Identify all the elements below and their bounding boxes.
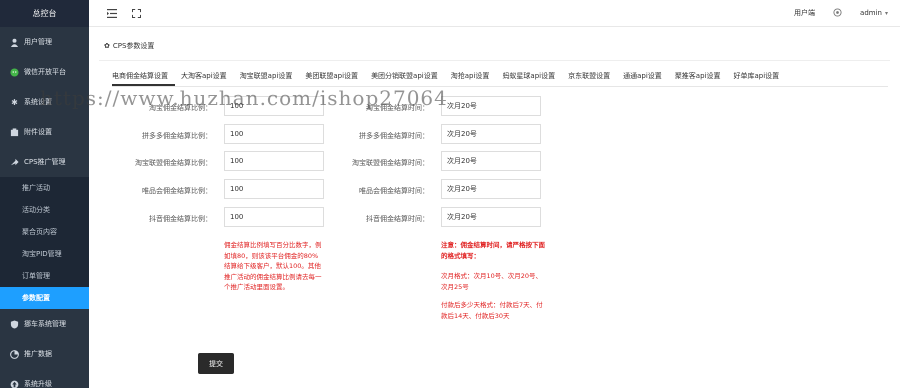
panel-title-text: CPS参数设置 xyxy=(112,42,155,50)
panel-divider xyxy=(99,60,890,61)
sidebar-subitem-activity-category[interactable]: 活动分类 xyxy=(0,199,89,221)
tab-mayi-planet-api[interactable]: 蚂蚁星球api设置 xyxy=(502,70,562,86)
tab-meituan-distribution-api[interactable]: 美团分销联盟api设置 xyxy=(371,70,445,86)
sidebar-item-label: 用户管理 xyxy=(24,38,52,46)
chevron-down-icon: ▾ xyxy=(884,9,888,17)
tab-meituan-union-api[interactable]: 美团联盟api设置 xyxy=(305,70,365,86)
sidebar-item-wechat-platform[interactable]: 微信开放平台 xyxy=(0,57,89,87)
taobao-union-rate-label: 淘宝联盟佣金结算比例： xyxy=(135,159,212,167)
commission-rate-note: 佣金结算比例填写百分比数字，例如填80，则该该平台佣金的80%结算给下级客户，默… xyxy=(224,241,322,291)
panel-title: ✿ CPS参数设置 xyxy=(104,41,154,51)
sidebar-item-label: CPS推广管理 xyxy=(24,158,66,166)
tab-tongtong-api[interactable]: 通通api设置 xyxy=(623,70,669,86)
tab-commission-settings[interactable]: 电商佣金结算设置 xyxy=(112,70,175,86)
sidebar-item-label: 推广数据 xyxy=(24,350,52,358)
main-content: ✿ CPS参数设置 电商佣金结算设置 大淘客api设置 淘宝联盟api设置 美团… xyxy=(89,27,900,388)
taobao-time-label: 淘宝佣金结算时间： xyxy=(366,104,429,112)
theme-icon[interactable] xyxy=(833,7,842,19)
gear-icon: ✿ xyxy=(104,42,110,50)
user-icon xyxy=(10,38,19,47)
pdd-time-input[interactable]: 次月20号 xyxy=(441,124,541,144)
brand-title[interactable]: 总控台 xyxy=(0,0,89,27)
upgrade-icon xyxy=(10,380,19,388)
wechat-icon xyxy=(10,67,19,77)
settlement-time-note-format1: 次月格式：次月10号、次月20号、次月25号 xyxy=(441,272,543,291)
tab-jd-union[interactable]: 京东联盟设置 xyxy=(568,70,617,86)
sidebar-item-label: 微信开放平台 xyxy=(24,68,66,76)
sidebar-item-label: 系统设置 xyxy=(24,98,52,106)
douyin-rate-label: 抖音佣金结算比例： xyxy=(149,215,212,223)
taobao-rate-input[interactable]: 100 xyxy=(224,96,324,116)
douyin-rate-input[interactable]: 100 xyxy=(224,207,324,227)
tabs-divider xyxy=(112,86,888,87)
vip-time-input[interactable]: 次月20号 xyxy=(441,179,541,199)
tab-jutuike-api[interactable]: 聚推客api设置 xyxy=(675,70,728,86)
vip-time-label: 唯品会佣金结算时间： xyxy=(359,187,429,195)
sidebar-subitem-param-config[interactable]: 参数配置 xyxy=(0,287,89,309)
fullscreen-icon[interactable] xyxy=(129,6,143,20)
settlement-time-note-format2: 付款后多少天格式：付款后7天、付款后14天、付款后30天 xyxy=(441,301,543,320)
settings-tabs: 电商佣金结算设置 大淘客api设置 淘宝联盟api设置 美团联盟api设置 美团… xyxy=(112,70,792,86)
taobao-time-input[interactable]: 次月20号 xyxy=(441,96,541,116)
tab-taoqiang-api[interactable]: 淘抢api设置 xyxy=(451,70,497,86)
topbar: 用户端 admin ▾ xyxy=(89,0,900,27)
settlement-time-note-title: 注意：佣金结算时间，请严格按下面的格式填写： xyxy=(441,241,545,260)
sidebar-item-label: 附件设置 xyxy=(24,128,52,136)
sidebar: 总控台 用户管理 微信开放平台 ✱ 系统设置 附件设置 CPS推广管理 推广活动… xyxy=(0,0,89,388)
taobao-union-rate-input[interactable]: 100 xyxy=(224,151,324,171)
sidebar-item-label: 挪车系统管理 xyxy=(24,320,66,328)
tab-haodanku-api[interactable]: 好单库api设置 xyxy=(734,70,787,86)
user-side-link[interactable]: 用户端 xyxy=(794,8,815,18)
menu-toggle-icon[interactable] xyxy=(105,6,119,20)
taobao-rate-label: 淘宝佣金结算比例： xyxy=(149,104,212,112)
submit-button[interactable]: 提交 xyxy=(198,353,234,374)
sidebar-item-cps-management[interactable]: CPS推广管理 xyxy=(0,147,89,177)
sidebar-subitem-taobao-pid[interactable]: 淘宝PID管理 xyxy=(0,243,89,265)
vip-rate-input[interactable]: 100 xyxy=(224,179,324,199)
taobao-union-time-input[interactable]: 次月20号 xyxy=(441,151,541,171)
sidebar-item-label: 系统升级 xyxy=(24,380,52,388)
sidebar-item-attachment-settings[interactable]: 附件设置 xyxy=(0,117,89,147)
pdd-rate-label: 拼多多佣金结算比例： xyxy=(142,132,212,140)
sidebar-item-car-system[interactable]: 挪车系统管理 xyxy=(0,309,89,339)
sidebar-item-promo-data[interactable]: 推广数据 xyxy=(0,339,89,369)
admin-menu[interactable]: admin ▾ xyxy=(860,9,888,17)
gear-icon: ✱ xyxy=(11,97,18,107)
sidebar-item-upgrade[interactable]: 系统升级 xyxy=(0,369,89,388)
sidebar-subitem-promo-activity[interactable]: 推广活动 xyxy=(0,177,89,199)
sidebar-subitem-aggregate-content[interactable]: 聚合页内容 xyxy=(0,221,89,243)
tab-dataoke-api[interactable]: 大淘客api设置 xyxy=(181,70,234,86)
pdd-rate-input[interactable]: 100 xyxy=(224,124,324,144)
taobao-union-time-label: 淘宝联盟佣金结算时间： xyxy=(352,159,429,167)
share-icon xyxy=(10,158,19,167)
settlement-time-note: 注意：佣金结算时间，请严格按下面的格式填写： 次月格式：次月10号、次月20号、… xyxy=(441,240,547,321)
attachment-icon xyxy=(10,127,19,137)
douyin-time-input[interactable]: 次月20号 xyxy=(441,207,541,227)
chart-icon xyxy=(10,349,19,359)
vip-rate-label: 唯品会佣金结算比例： xyxy=(142,187,212,195)
shield-icon xyxy=(10,319,19,329)
admin-name: admin xyxy=(860,9,882,17)
tab-taobao-union-api[interactable]: 淘宝联盟api设置 xyxy=(240,70,300,86)
sidebar-item-users[interactable]: 用户管理 xyxy=(0,27,89,57)
pdd-time-label: 拼多多佣金结算时间： xyxy=(359,132,429,140)
sidebar-subitem-orders[interactable]: 订单管理 xyxy=(0,265,89,287)
douyin-time-label: 抖音佣金结算时间： xyxy=(366,215,429,223)
sidebar-item-system-settings[interactable]: ✱ 系统设置 xyxy=(0,87,89,117)
